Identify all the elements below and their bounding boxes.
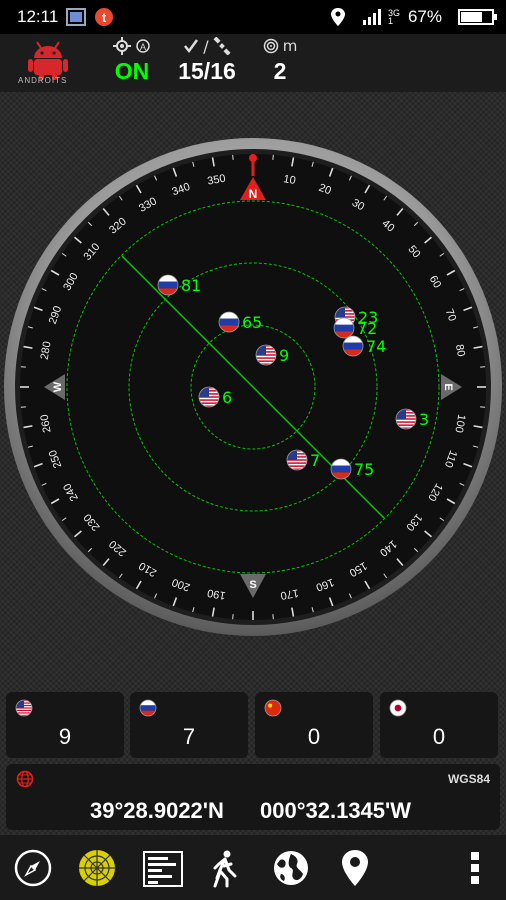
gallery-icon	[66, 8, 87, 26]
longitude: 000°32.1345'W	[260, 798, 412, 823]
location-pin-icon	[342, 850, 368, 886]
cn-flag-icon	[264, 699, 282, 717]
bottom-nav	[0, 835, 506, 900]
app-header: ANDROITS A ON / 15/16 m 2	[0, 34, 506, 92]
qzss-count: 0	[432, 724, 446, 749]
signal-bars-button[interactable]	[138, 843, 188, 893]
ru-flag-icon	[139, 699, 157, 717]
battery-percent: 67%	[407, 7, 442, 26]
satellite-id: 3	[419, 410, 429, 429]
app-notification-icon: t	[94, 7, 114, 27]
signal-bars-icon	[143, 851, 183, 887]
satellite-id: 72	[357, 319, 377, 338]
more-vert-icon	[471, 852, 479, 884]
beidou-count: 0	[307, 724, 321, 749]
globe-icon	[16, 770, 34, 788]
north-label: N	[249, 187, 258, 201]
svg-text:t: t	[102, 10, 107, 25]
satellite-icon	[213, 37, 231, 55]
location-pin-button[interactable]	[330, 843, 380, 893]
accuracy-stat: m 2	[256, 36, 304, 85]
satellite-count-stat: / 15/16	[178, 36, 236, 85]
coordinates-panel[interactable]: WGS84 39°28.9022'N 000°32.1345'W	[6, 764, 500, 830]
satellite-id: 81	[181, 276, 201, 295]
glonass-count: 7	[182, 724, 196, 749]
svg-text:A: A	[140, 42, 146, 52]
south-label: S	[249, 579, 256, 591]
sky-view-dial[interactable]: 1020304050607080100110120130140150160170…	[0, 128, 506, 648]
satellite-7[interactable]: 7	[286, 449, 320, 471]
heading-label: 80	[453, 343, 467, 357]
satellite-9[interactable]: 9	[255, 344, 289, 366]
satellite-id: 74	[366, 337, 386, 356]
satellite-id: 75	[354, 460, 374, 479]
location-icon	[330, 7, 346, 27]
latitude: 39°28.9022'N	[90, 798, 224, 823]
radar-icon	[79, 850, 115, 886]
constellation-qzss[interactable]: 0	[380, 692, 498, 758]
gps-crosshair-icon	[113, 37, 131, 55]
more-button[interactable]	[450, 843, 500, 893]
status-time: 12:11	[17, 7, 59, 26]
sats-visible: 16	[210, 58, 236, 84]
jp-flag-icon	[389, 699, 407, 717]
east-label: E	[442, 383, 454, 390]
radar-button[interactable]	[72, 843, 122, 893]
heading-label: 10	[282, 173, 296, 187]
network-sub: 1	[387, 16, 393, 26]
globe-button[interactable]	[266, 843, 316, 893]
check-icon	[184, 39, 199, 54]
satellite-id: 7	[310, 451, 320, 470]
gps-state: ON	[114, 58, 150, 84]
walking-icon	[213, 850, 237, 888]
accuracy-value: 2	[273, 58, 287, 84]
constellation-beidou[interactable]: 0	[255, 692, 373, 758]
world-globe-icon	[274, 851, 308, 885]
constellation-gps[interactable]: 9	[6, 692, 124, 758]
gps-count: 9	[58, 724, 72, 749]
status-bar: 12:11 t 3G 1 67%	[0, 0, 506, 34]
logo-text: ANDROITS	[18, 76, 68, 85]
datum-label: WGS84	[447, 772, 490, 786]
us-flag-icon	[15, 699, 33, 717]
satellite-6[interactable]: 6	[198, 386, 232, 408]
battery-icon	[458, 7, 498, 27]
accuracy-unit: m	[282, 37, 298, 55]
signal-icon	[362, 8, 384, 26]
satellite-id: 9	[279, 346, 289, 365]
compass-icon	[14, 849, 52, 887]
accuracy-target-icon	[263, 38, 278, 54]
constellation-glonass[interactable]: 7	[130, 692, 248, 758]
sats-used: 15	[178, 58, 204, 84]
gps-state-stat: A ON	[108, 36, 156, 85]
west-label: W	[52, 381, 64, 392]
agps-icon: A	[136, 39, 150, 53]
satellite-id: 65	[242, 313, 262, 332]
walking-button[interactable]	[200, 843, 250, 893]
satellite-3[interactable]: 3	[395, 408, 429, 430]
satellite-id: 6	[222, 388, 232, 407]
compass-button[interactable]	[8, 843, 58, 893]
